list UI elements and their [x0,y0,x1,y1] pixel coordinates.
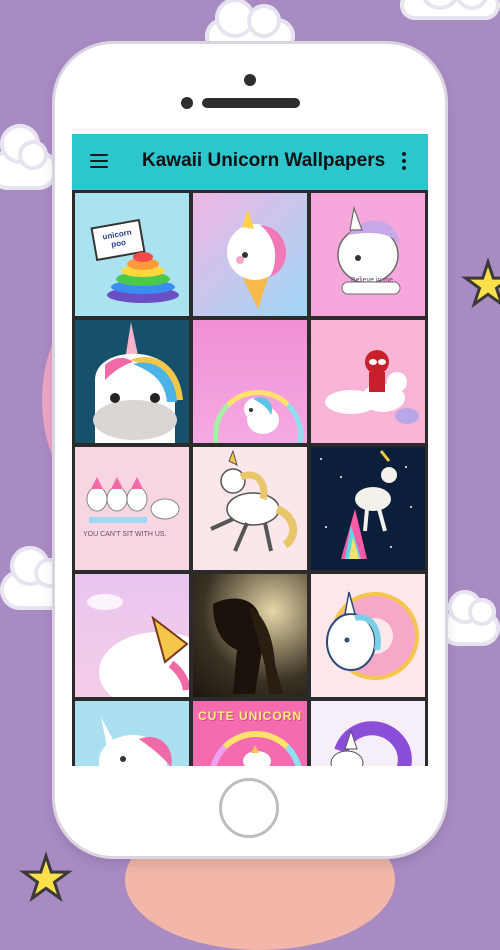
wallpaper-tile-unicorn-believe[interactable]: Believe in me [311,193,425,316]
star-icon: ★ [19,846,74,911]
dancing-unicorn-image [210,449,298,552]
wallpaper-tile-unicorn-face-rainbow-mane[interactable] [75,320,189,443]
wallpaper-tile-unicorn-horn-clouds[interactable] [75,574,189,697]
wallpaper-tile-dark-horse[interactable] [193,574,307,697]
wallpaper-tile-unicorn-blue-mane[interactable] [75,701,189,766]
proximity-sensor [181,97,193,109]
unicorn-donut-image [326,591,419,680]
rainbow-poo-image [107,252,179,303]
cloud-decoration [0,124,58,190]
cute-unicorn-caption: CUTE UNICORN [198,709,302,723]
wallpaper-tile-cute-unicorn[interactable]: CUTE UNICORN [193,701,307,766]
unicorn-face-image [93,322,183,443]
wallpaper-tile-unicorn-donut[interactable] [311,574,425,697]
baby-unicorn-image [244,397,279,434]
front-camera [244,74,256,86]
more-vert-icon[interactable] [402,152,406,170]
app-bar: Kawaii Unicorn Wallpapers [72,134,428,190]
unicorn-horn-image [87,594,189,697]
wallpaper-tile-baby-unicorn-rainbow[interactable] [193,320,307,443]
wallpaper-tile-unicorn-squad[interactable]: YOU CAN'T SIT WITH US. [75,447,189,570]
home-button[interactable] [219,778,279,838]
star-icon: ★ [461,252,500,317]
purple-mane-unicorn-image [330,721,412,766]
believe-caption: Believe in me [351,277,394,284]
app-title: Kawaii Unicorn Wallpapers [142,150,386,171]
rainbow-unicorn-space-image [320,450,412,559]
wallpaper-grid: unicorn poo Believe in me YOU CAN'T SIT … [75,193,425,766]
squad-caption: YOU CAN'T SIT WITH US. [83,531,167,538]
wallpaper-tile-unicorn-ice-cream[interactable] [193,193,307,316]
deadpool-unicorn-image [325,350,419,424]
wallpaper-tile-deadpool-unicorn[interactable] [311,320,425,443]
dark-horse-image [213,598,283,694]
unicorn-believe-image [337,205,401,294]
wallpaper-tile-purple-mane-unicorn[interactable] [311,701,425,766]
app-screen: Kawaii Unicorn Wallpapers unicorn poo Be… [72,134,428,766]
unicorn-blue-mane-image [99,717,172,766]
earpiece-speaker [202,98,300,108]
cute-unicorn-image [243,745,271,766]
cloud-decoration [400,0,500,20]
hamburger-menu-icon[interactable] [90,154,108,168]
cloud-decoration [440,590,500,646]
wallpaper-tile-dancing-unicorn[interactable] [193,447,307,570]
wallpaper-tile-rainbow-unicorn-space[interactable] [311,447,425,570]
wallpaper-tile-unicorn-poo[interactable]: unicorn poo [75,193,189,316]
unicorn-ice-cream-image [227,209,287,309]
